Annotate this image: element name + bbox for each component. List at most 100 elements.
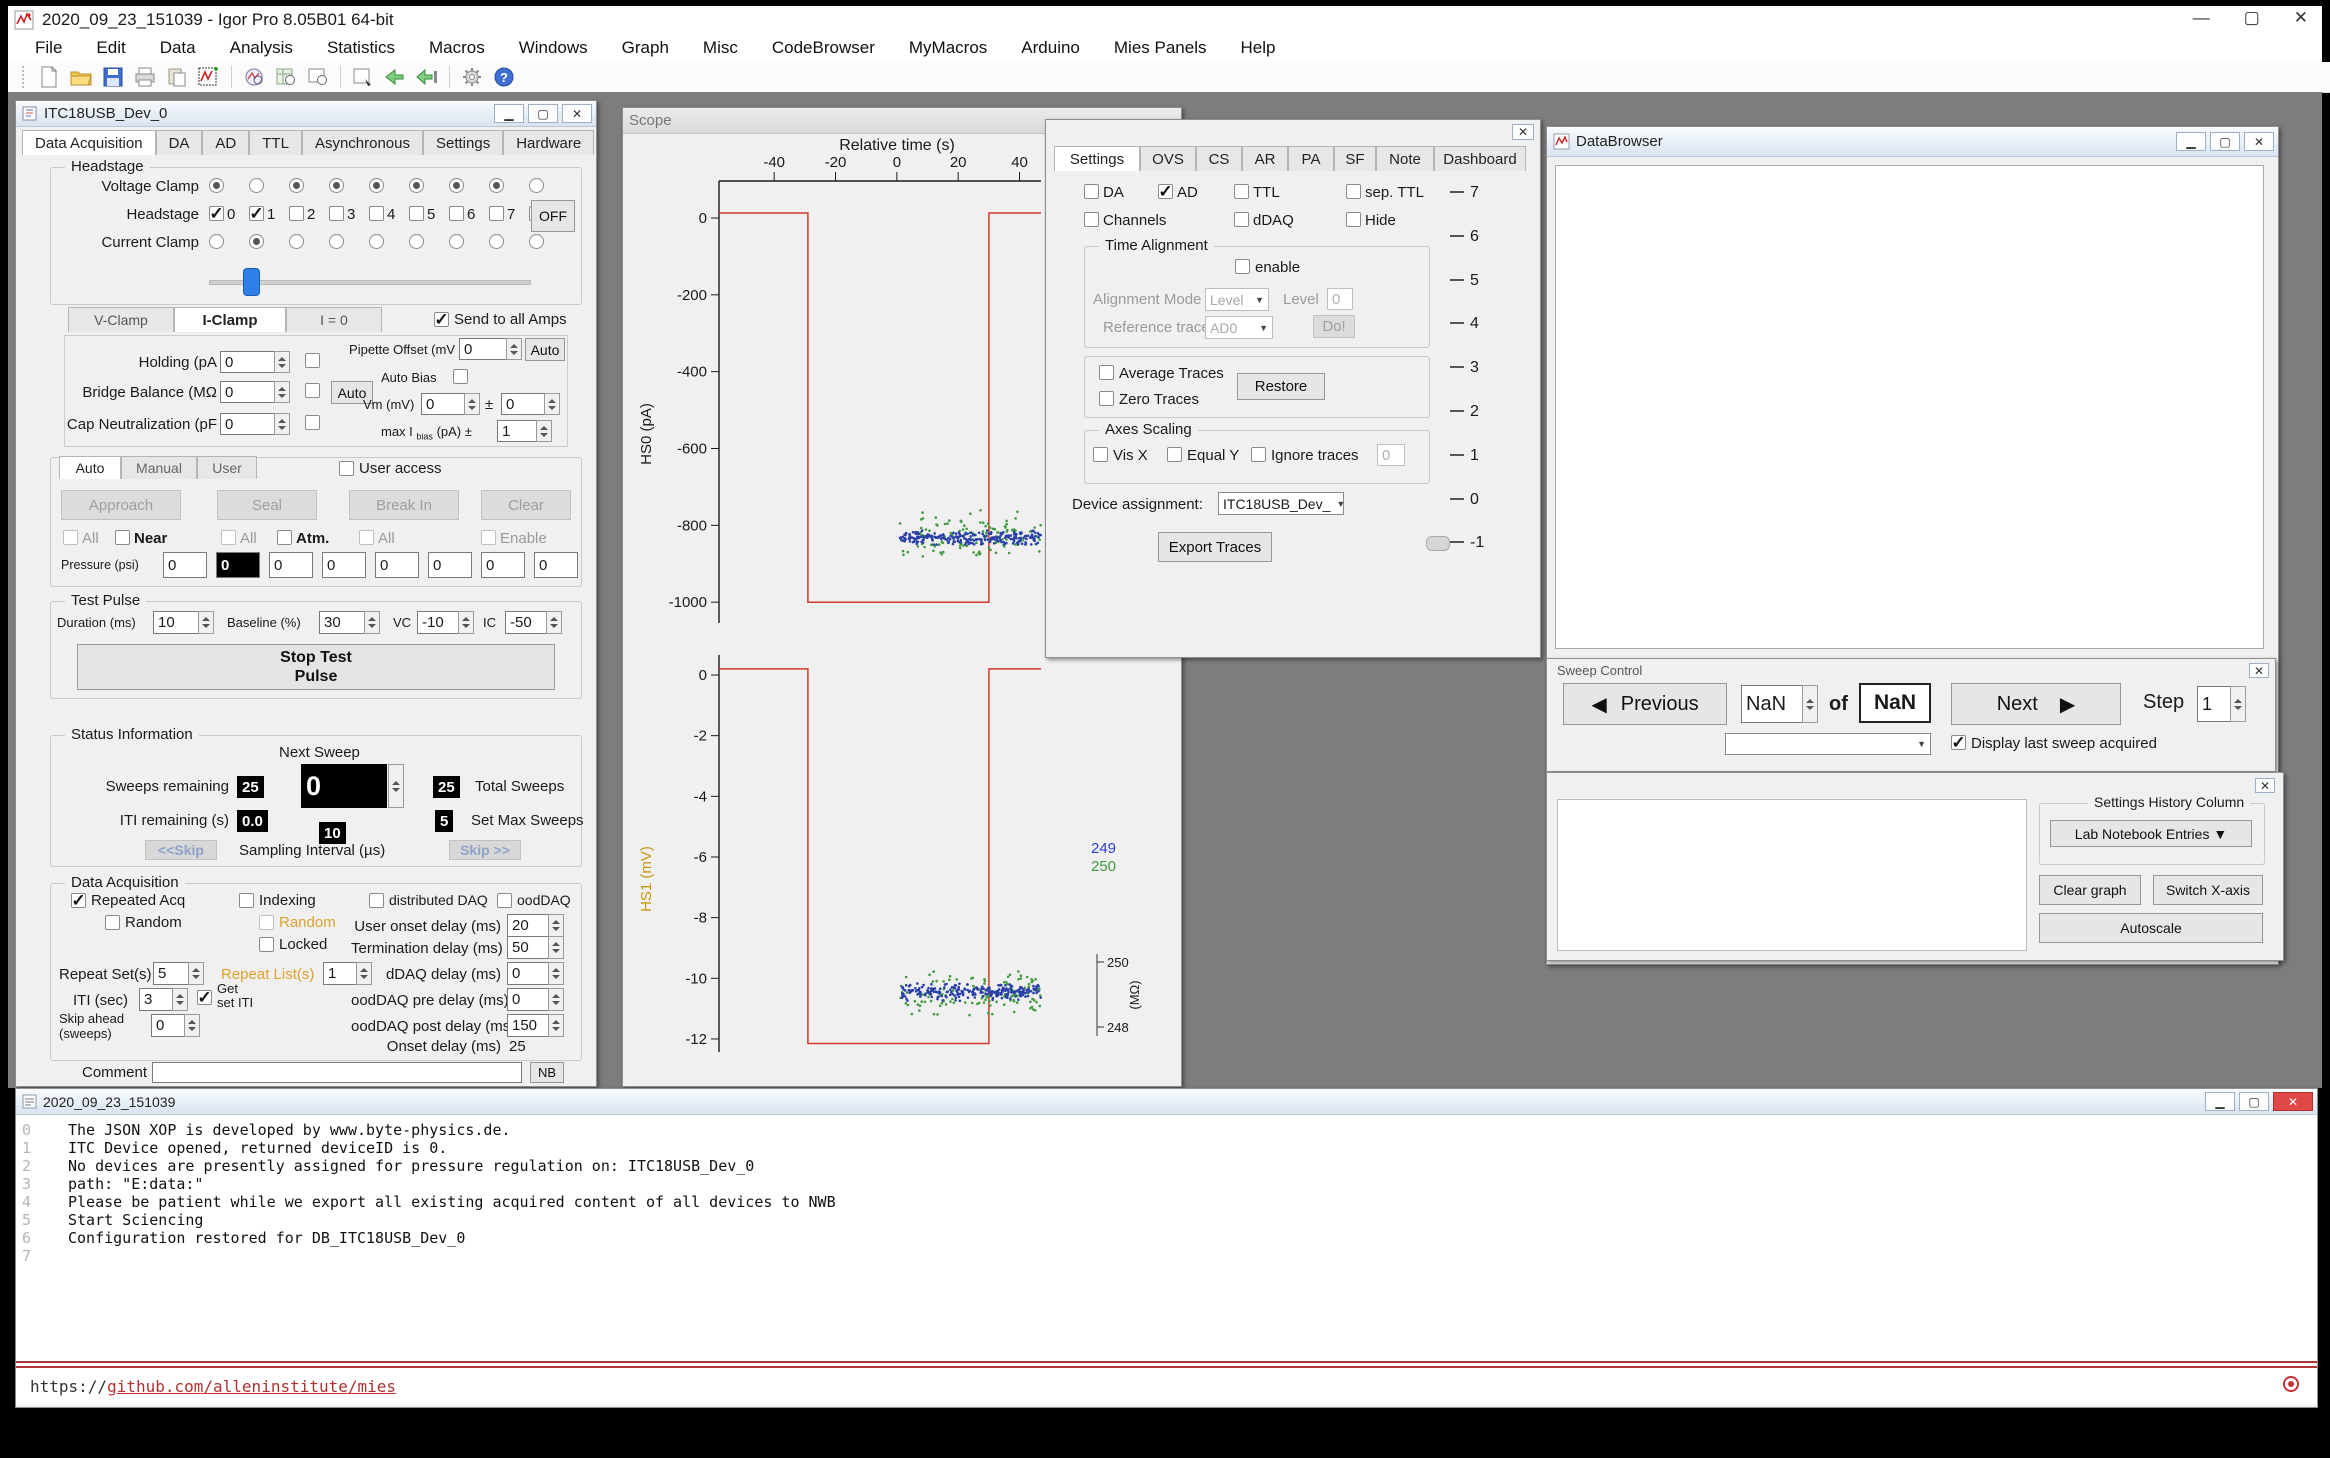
pressure-checkbox-atm[interactable] (277, 530, 292, 545)
comment-input[interactable] (152, 1062, 522, 1083)
clear-graph-button[interactable]: Clear graph (2039, 875, 2141, 905)
ooddaq-checkbox[interactable] (497, 893, 512, 908)
tab-ad[interactable]: AD (202, 130, 249, 155)
settings-checkbox-ddaq[interactable] (1234, 212, 1249, 227)
ooddaq-post-delay-ms--field[interactable]: 150 (507, 1014, 549, 1037)
current-clamp-radio-1[interactable] (249, 234, 264, 249)
new-graph-icon[interactable] (196, 65, 222, 89)
average-traces-checkbox[interactable] (1099, 365, 1114, 380)
tab-pressure-auto[interactable]: Auto (59, 456, 121, 479)
repeat-list-stepper[interactable] (356, 962, 372, 985)
delay-stepper[interactable] (548, 1014, 564, 1037)
tab-dashboard[interactable]: Dashboard (1434, 146, 1526, 171)
settings-checkbox-ad[interactable]: ✓ (1158, 184, 1173, 199)
current-clamp-radio-6[interactable] (449, 234, 464, 249)
tab-asynchronous[interactable]: Asynchronous (302, 130, 423, 155)
minimize-icon[interactable]: — (2193, 8, 2210, 28)
duration-stepper[interactable] (198, 611, 214, 634)
iti-field[interactable]: 3 (139, 988, 173, 1011)
time-alignment-enable-checkbox[interactable] (1235, 259, 1250, 274)
device-assignment-select[interactable]: ITC18USB_Dev_▼ (1218, 492, 1344, 515)
delay-stepper[interactable] (548, 936, 564, 959)
panel-close-icon[interactable]: ✕ (562, 104, 592, 123)
tab-ar[interactable]: AR (1242, 146, 1288, 171)
tab-i-zero[interactable]: I = 0 (286, 307, 382, 332)
current-clamp-radio-2[interactable] (289, 234, 304, 249)
back-history-icon[interactable] (414, 65, 440, 89)
voltage-clamp-radio-5[interactable] (409, 178, 424, 193)
menu-edit[interactable]: Edit (79, 38, 142, 58)
equal-y-checkbox[interactable] (1167, 447, 1182, 462)
voltage-clamp-radio-0[interactable] (209, 178, 224, 193)
open-file-icon[interactable] (68, 65, 94, 89)
headstage-checkbox-6[interactable] (449, 206, 464, 221)
pressure-checkbox-all[interactable] (359, 530, 374, 545)
tab-v-clamp[interactable]: V-Clamp (68, 307, 174, 332)
tab-cs[interactable]: CS (1196, 146, 1242, 171)
level-field[interactable]: 0 (1327, 288, 1353, 310)
current-sweep-stepper[interactable] (1802, 685, 1818, 723)
tab-hardware[interactable]: Hardware (503, 130, 594, 155)
break-in-button[interactable]: Break In (349, 490, 459, 520)
cap-neutralization-stepper[interactable] (274, 413, 290, 435)
current-clamp-radio-4[interactable] (369, 234, 384, 249)
settings-checkbox-septtl[interactable] (1346, 184, 1361, 199)
repeated-acq-checkbox[interactable]: ✓ (71, 893, 86, 908)
panel-maximize-icon[interactable]: ▢ (528, 104, 558, 123)
tab-pa[interactable]: PA (1288, 146, 1334, 171)
settings-close-icon[interactable]: ✕ (1512, 124, 1534, 140)
distributed-daq-checkbox[interactable] (369, 893, 384, 908)
distributed-daq[interactable]: distributed DAQ (369, 892, 488, 908)
repeat-list-field[interactable]: 1 (323, 962, 357, 985)
current-clamp-radio-all[interactable] (529, 234, 544, 249)
settings-checkbox-ttl[interactable] (1234, 184, 1249, 199)
databrowser-maximize-icon[interactable]: ▢ (2210, 132, 2240, 151)
command-line[interactable]: https://github.com/alleninstitute/mies (16, 1368, 2317, 1405)
vis-x-checkbox[interactable] (1093, 447, 1108, 462)
holding-stepper[interactable] (274, 351, 290, 373)
ddaq-delay-ms--field[interactable]: 0 (507, 962, 549, 985)
max-i-bias-stepper[interactable] (536, 420, 552, 442)
delay-stepper[interactable] (548, 914, 564, 937)
tp-ic-stepper[interactable] (546, 611, 562, 634)
sweep-control-close-icon[interactable]: ✕ (2249, 663, 2269, 678)
duration-field[interactable]: 10 (153, 611, 199, 634)
tab-pressure-user[interactable]: User (197, 456, 257, 479)
print-icon[interactable] (132, 65, 158, 89)
next-sweep-stepper[interactable] (388, 764, 404, 808)
repeat-set-field[interactable]: 5 (153, 962, 189, 985)
clear-button[interactable]: Clear (481, 490, 571, 520)
tab-ttl[interactable]: TTL (249, 130, 302, 155)
pressure-checkbox-enable[interactable] (481, 530, 496, 545)
current-sweep-field[interactable]: NaN (1741, 685, 1803, 723)
voltage-clamp-radio-3[interactable] (329, 178, 344, 193)
new-experiment-icon[interactable] (36, 65, 62, 89)
tab-ovs[interactable]: OVS (1140, 146, 1196, 171)
headstage-slider[interactable] (209, 268, 529, 294)
tab-pressure-manual[interactable]: Manual (121, 456, 197, 479)
voltage-clamp-radio-all[interactable] (529, 178, 544, 193)
restore-button[interactable]: Restore (1237, 373, 1325, 400)
settings-checkbox-da[interactable] (1084, 184, 1099, 199)
do-button[interactable]: Do! (1313, 315, 1355, 338)
voltage-clamp-radio-2[interactable] (289, 178, 304, 193)
pressure-psi-field-4[interactable]: 0 (375, 552, 419, 578)
headstage-checkbox-3[interactable] (329, 206, 344, 221)
delay-stepper[interactable] (548, 962, 564, 985)
cap-neutralization-field[interactable]: 0 (220, 413, 275, 435)
tab-sf[interactable]: SF (1334, 146, 1376, 171)
menu-codebrowser[interactable]: CodeBrowser (755, 38, 892, 58)
auto-bias-checkbox[interactable] (453, 369, 468, 384)
data-browser-icon[interactable] (241, 65, 267, 89)
nb-button[interactable]: NB (530, 1062, 564, 1083)
display-last-sweep-checkbox[interactable]: ✓ (1951, 735, 1966, 750)
command-maximize-icon[interactable]: ▢ (2239, 1092, 2269, 1111)
step-field[interactable]: 1 (2197, 686, 2231, 722)
user-access[interactable]: User access (339, 460, 442, 477)
pressure-psi-field-5[interactable]: 0 (428, 552, 472, 578)
command-minimize-icon[interactable]: ▁ (2205, 1092, 2235, 1111)
menu-misc[interactable]: Misc (686, 38, 755, 58)
menu-mymacros[interactable]: MyMacros (892, 38, 1004, 58)
menu-analysis[interactable]: Analysis (213, 38, 310, 58)
tab-note[interactable]: Note (1376, 146, 1434, 171)
